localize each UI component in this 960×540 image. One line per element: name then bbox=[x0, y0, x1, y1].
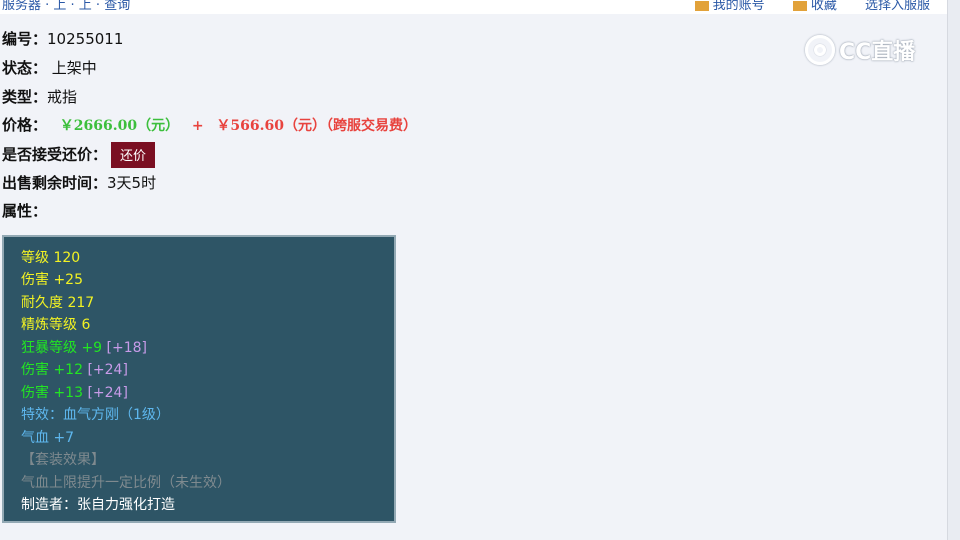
attr-set-title: 【套装效果】 bbox=[21, 452, 105, 468]
counter-offer-button[interactable]: 还价 bbox=[111, 142, 156, 168]
account-icon bbox=[694, 0, 709, 11]
watermark: CC直播 bbox=[805, 34, 915, 66]
watermark-text: CC直播 bbox=[839, 40, 916, 65]
attr-damage-3: 伤害 +13 [+24] bbox=[21, 382, 128, 402]
status-row: 状态： 上架中 bbox=[2, 57, 97, 78]
price-plus: + bbox=[191, 118, 204, 134]
select-server-link[interactable]: 选择入服服 bbox=[865, 0, 930, 13]
attr-damage-3-bonus: [+24] bbox=[87, 385, 128, 401]
attr-refine: 精炼等级 6 bbox=[21, 317, 91, 333]
type-value: 戒指 bbox=[47, 88, 78, 106]
attr-special: 特效：血气方刚（1级） bbox=[21, 407, 170, 423]
type-label: 类型： bbox=[2, 88, 48, 106]
top-links: 我的账号 收藏 选择入服服 bbox=[671, 0, 930, 13]
item-id-value: 10255011 bbox=[47, 30, 124, 48]
attr-berserk-value: 狂暴等级 +9 bbox=[21, 340, 103, 356]
star-icon bbox=[792, 0, 807, 11]
item-id-label: 编号： bbox=[2, 30, 48, 48]
top-nav-bar: 服务器 · 上 · 上 · 查询 我的账号 收藏 选择入服服 bbox=[0, 0, 948, 14]
attr-berserk: 狂暴等级 +9 [+18] bbox=[21, 337, 147, 357]
price-row: 价格： ￥2666.00（元） + ￥566.60（元）（跨服交易费） bbox=[2, 114, 417, 135]
favorites-link[interactable]: 收藏 bbox=[792, 0, 837, 13]
attr-maker: 制造者：张自力强化打造 bbox=[21, 497, 175, 513]
counter-offer-label: 是否接受还价： bbox=[2, 145, 108, 164]
breadcrumb[interactable]: 服务器 · 上 · 上 · 查询 bbox=[2, 0, 130, 13]
counter-offer-row: 是否接受还价： 还价 bbox=[2, 142, 156, 168]
attr-level: 等级 120 bbox=[21, 250, 81, 266]
status-value: 上架中 bbox=[51, 59, 97, 77]
attr-damage-2: 伤害 +12 [+24] bbox=[21, 359, 128, 379]
price-label: 价格： bbox=[2, 116, 48, 134]
remaining-time-value: 3天5时 bbox=[107, 174, 157, 192]
type-row: 类型：戒指 bbox=[2, 86, 77, 107]
remaining-time-label: 出售剩余时间： bbox=[2, 174, 108, 192]
attr-damage-2-bonus: [+24] bbox=[87, 362, 128, 378]
status-label: 状态： bbox=[2, 59, 48, 77]
remaining-time-row: 出售剩余时间：3天5时 bbox=[2, 172, 156, 193]
cc-logo-icon bbox=[805, 35, 835, 65]
attr-berserk-bonus: [+18] bbox=[106, 340, 148, 356]
item-id-row: 编号：10255011 bbox=[2, 28, 123, 49]
attr-damage: 伤害 +25 bbox=[21, 272, 83, 288]
attr-damage-3-value: 伤害 +13 bbox=[21, 385, 83, 401]
price-main: ￥2666.00（元） bbox=[59, 118, 180, 134]
attr-damage-2-value: 伤害 +12 bbox=[21, 362, 83, 378]
vertical-scrollbar[interactable] bbox=[947, 0, 960, 540]
my-account-link[interactable]: 我的账号 bbox=[694, 0, 765, 13]
attributes-label: 属性： bbox=[2, 202, 48, 220]
attr-hp: 气血 +7 bbox=[21, 430, 75, 446]
attributes-panel: 等级 120 伤害 +25 耐久度 217 精炼等级 6 狂暴等级 +9 [+1… bbox=[2, 235, 396, 523]
attributes-row: 属性： bbox=[2, 200, 47, 221]
attr-set-effect: 气血上限提升一定比例（未生效） bbox=[21, 475, 231, 491]
attr-durability: 耐久度 217 bbox=[21, 295, 95, 311]
price-fee: ￥566.60（元）（跨服交易费） bbox=[216, 118, 418, 134]
